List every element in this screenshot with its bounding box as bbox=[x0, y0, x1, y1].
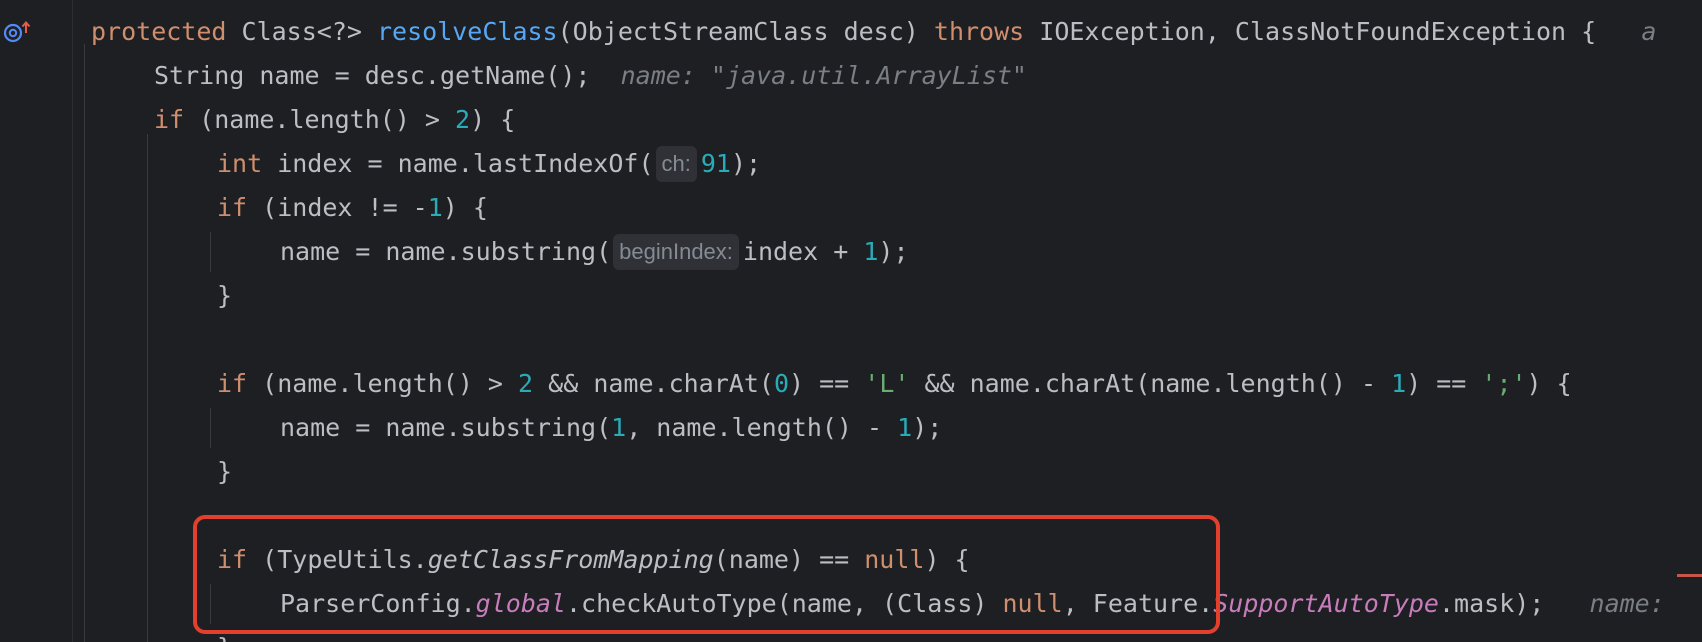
code-line[interactable]: if (name.length() > 2 && name.charAt(0) … bbox=[217, 362, 1572, 406]
code-token: (name.length() > bbox=[247, 369, 519, 398]
parameter-hint: ch: bbox=[655, 146, 697, 182]
code-token: ) == bbox=[1406, 369, 1482, 398]
code-token: name = name.substring( bbox=[280, 413, 612, 442]
code-token: , name.length() - bbox=[626, 413, 898, 442]
code-token: (name.length() > bbox=[184, 105, 456, 134]
code-token: ) == bbox=[789, 369, 865, 398]
code-token: ); bbox=[912, 413, 943, 442]
number-literal: 91 bbox=[700, 149, 731, 178]
keyword-token: if bbox=[217, 193, 248, 222]
number-literal: 2 bbox=[518, 369, 534, 398]
number-literal: 2 bbox=[455, 105, 471, 134]
code-token: && name.charAt(name.length() - bbox=[909, 369, 1392, 398]
keyword-token: throws bbox=[933, 17, 1025, 46]
code-line[interactable]: } bbox=[217, 450, 232, 494]
code-token: (ObjectStreamClass desc) bbox=[557, 17, 934, 46]
string-literal: 'L' bbox=[864, 369, 910, 398]
method-name-token: resolveClass bbox=[376, 17, 558, 46]
code-token: index = name.lastIndexOf( bbox=[262, 149, 654, 178]
string-literal: ';' bbox=[1481, 369, 1527, 398]
error-stripe-marker[interactable] bbox=[1677, 574, 1702, 577]
code-token: ) { bbox=[1526, 369, 1572, 398]
number-literal: 1 bbox=[897, 413, 913, 442]
code-editor[interactable]: protected Class<?> resolveClass(ObjectSt… bbox=[0, 0, 1702, 642]
code-line[interactable]: int index = name.lastIndexOf(ch: 91); bbox=[217, 142, 761, 186]
code-line[interactable]: name = name.substring(beginIndex: index +… bbox=[280, 230, 909, 274]
code-token: } bbox=[217, 457, 233, 486]
parameter-hint: beginIndex: bbox=[613, 234, 739, 270]
code-token: } bbox=[217, 633, 232, 642]
code-line[interactable]: name = name.substring(1, name.length() -… bbox=[280, 406, 942, 450]
code-token: (index != - bbox=[247, 193, 428, 222]
editor-gutter[interactable] bbox=[0, 0, 73, 642]
code-token: .mask); bbox=[1439, 589, 1545, 618]
code-token: name = name.substring( bbox=[280, 237, 612, 266]
number-literal: 0 bbox=[773, 369, 789, 398]
keyword-token: if bbox=[154, 105, 185, 134]
code-token: String name = desc.getName(); bbox=[154, 61, 591, 90]
code-line[interactable]: String name = desc.getName(); name: "jav… bbox=[154, 54, 1027, 98]
indent-guide bbox=[84, 44, 85, 642]
code-line[interactable]: if (index != -1) { bbox=[217, 186, 488, 230]
inline-value-hint: name: "java.util.ArrayList" bbox=[590, 61, 1027, 90]
static-field-token: SupportAutoType bbox=[1213, 589, 1439, 618]
code-line[interactable]: if (name.length() > 2) { bbox=[154, 98, 515, 142]
code-token: index + bbox=[742, 237, 864, 266]
number-literal: 1 bbox=[1391, 369, 1407, 398]
code-token: ) { bbox=[442, 193, 488, 222]
number-literal: 1 bbox=[611, 413, 627, 442]
code-token: ); bbox=[730, 149, 762, 178]
keyword-token: int bbox=[217, 149, 263, 178]
number-literal: 1 bbox=[863, 237, 879, 266]
inline-value-hint: name: bbox=[1544, 589, 1665, 618]
code-line[interactable]: } bbox=[217, 274, 232, 318]
number-literal: 1 bbox=[427, 193, 443, 222]
keyword-token: if bbox=[217, 369, 248, 398]
keyword-token: protected bbox=[91, 17, 227, 46]
red-highlight-box bbox=[193, 515, 1220, 634]
code-token: Class<?> bbox=[226, 17, 377, 46]
code-token: ) { bbox=[470, 105, 516, 134]
code-token: } bbox=[217, 281, 233, 310]
inline-value-hint: a bbox=[1596, 17, 1657, 46]
code-token: IOException, ClassNotFoundException { bbox=[1024, 17, 1597, 46]
code-line[interactable]: protected Class<?> resolveClass(ObjectSt… bbox=[91, 10, 1656, 54]
code-token: && name.charAt( bbox=[533, 369, 774, 398]
code-token: ); bbox=[878, 237, 909, 266]
override-method-icon[interactable] bbox=[2, 19, 32, 45]
